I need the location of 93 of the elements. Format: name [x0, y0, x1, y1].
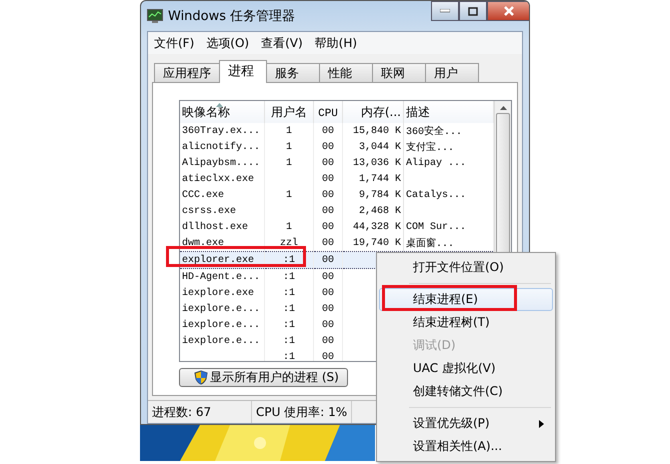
- tab[interactable]: 用户: [425, 63, 479, 82]
- table-cell: CCC.exe: [182, 190, 224, 200]
- table-cell: 00: [322, 254, 334, 266]
- menu-item[interactable]: 创建转储文件(C): [379, 380, 553, 404]
- table-cell: dwm.exe: [182, 238, 224, 248]
- menu-item[interactable]: 设置相关性(A)...: [379, 435, 553, 458]
- table-cell: iexplore.exe: [182, 288, 254, 298]
- table-cell: Alipay ...: [406, 158, 466, 168]
- tab[interactable]: 进程: [219, 60, 267, 83]
- close-button[interactable]: [487, 1, 529, 21]
- minimize-button[interactable]: [431, 1, 459, 21]
- tab[interactable]: 应用程序: [154, 63, 220, 82]
- table-cell: 00: [322, 142, 334, 152]
- minimize-icon: [440, 9, 450, 13]
- table-cell: explorer.exe: [182, 254, 254, 266]
- table-cell: :1: [282, 352, 295, 361]
- process-row[interactable]: alicnotify... 1 00 3,044 K 支付宝...: [180, 139, 494, 155]
- table-cell: 00: [322, 352, 334, 361]
- table-cell: 3,044 K: [358, 142, 401, 152]
- table-cell: atieclxx.exe: [182, 174, 254, 184]
- menu-item[interactable]: 查看(V): [261, 35, 303, 51]
- tab[interactable]: 联网: [372, 63, 426, 82]
- scroll-up-icon: [500, 106, 506, 110]
- table-cell: :1: [282, 336, 295, 346]
- table-cell: 00: [322, 336, 334, 346]
- menu-item[interactable]: 帮助(H): [314, 35, 358, 51]
- process-row[interactable]: csrss.exe 00 2,468 K: [180, 203, 494, 219]
- table-cell: Catalys...: [406, 190, 466, 200]
- table-cell: 1: [286, 142, 292, 152]
- table-cell: 1: [286, 126, 292, 136]
- maximize-button[interactable]: [459, 1, 487, 21]
- table-cell: 00: [322, 158, 334, 168]
- table-cell: 00: [322, 288, 334, 298]
- table-cell: 9,784 K: [358, 190, 401, 200]
- table-cell: iexplore.e...: [182, 320, 260, 330]
- table-cell: 支付宝...: [406, 143, 454, 154]
- table-cell: :1: [282, 320, 295, 330]
- table-cell: csrss.exe: [182, 206, 236, 216]
- table-cell: 15,840 K: [352, 126, 401, 136]
- table-cell: HD-Agent.e...: [182, 272, 260, 282]
- menu-item[interactable]: UAC 虚拟化(V): [379, 357, 553, 380]
- table-cell: zzl: [280, 238, 298, 248]
- table-cell: 00: [322, 238, 334, 248]
- status-text: 进程数: 67: [152, 405, 212, 419]
- table-cell: dllhost.exe: [182, 222, 248, 232]
- table-cell: 00: [322, 206, 334, 216]
- table-cell: 1: [286, 158, 292, 168]
- table-cell: 00: [322, 174, 334, 184]
- table-cell: 360Tray.ex...: [182, 126, 260, 136]
- table-cell: COM Sur...: [406, 222, 466, 232]
- table-cell: 桌面窗...: [406, 239, 454, 250]
- table-cell: iexplore.e...: [182, 304, 260, 314]
- table-cell: 360安全...: [406, 127, 462, 138]
- table-cell: 00: [322, 272, 334, 282]
- table-cell: 13,036 K: [352, 158, 401, 168]
- table-cell: iexplore.e...: [182, 336, 260, 346]
- process-row[interactable]: CCC.exe 1 00 9,784 K Catalys...: [180, 187, 494, 203]
- menu-item[interactable]: 选项(O): [206, 35, 250, 51]
- table-cell: 1: [286, 222, 292, 232]
- shield-icon: [194, 370, 208, 385]
- table-cell: 2,468 K: [358, 206, 401, 216]
- process-row[interactable]: atieclxx.exe 00 1,744 K: [180, 171, 494, 187]
- monitor-icon: [147, 9, 163, 23]
- table-cell: 00: [322, 304, 334, 314]
- table-cell: 19,740 K: [352, 238, 401, 248]
- show-all-processes-button[interactable]: 显示所有用户的进程 (S): [179, 368, 348, 387]
- tab[interactable]: 性能: [319, 63, 373, 82]
- table-cell: 00: [322, 222, 334, 232]
- table-cell: 44,328 K: [352, 222, 401, 232]
- close-icon: [504, 6, 514, 16]
- window-title: Windows 任务管理器: [168, 8, 296, 25]
- status-text: CPU 使用率: 1%: [256, 405, 348, 419]
- table-cell: Alipaybsm....: [182, 158, 260, 168]
- table-cell: 1,744 K: [358, 174, 401, 184]
- sort-arrow-icon: [216, 101, 223, 107]
- table-cell: :1: [282, 304, 295, 314]
- process-row[interactable]: Alipaybsm.... 1 00 13,036 K Alipay ...: [180, 155, 494, 171]
- table-cell: :1: [282, 254, 295, 266]
- process-row[interactable]: 360Tray.ex... 1 00 15,840 K 360安全...: [180, 123, 494, 139]
- process-row[interactable]: dllhost.exe 1 00 44,328 K COM Sur...: [180, 219, 494, 235]
- tab[interactable]: 服务: [266, 63, 320, 82]
- table-cell: 00: [322, 320, 334, 330]
- table-cell: 00: [322, 126, 334, 136]
- menu-item[interactable]: 结束进程树(T): [379, 310, 553, 334]
- maximize-icon: [468, 6, 478, 16]
- column-header[interactable]: 描述: [406, 104, 430, 118]
- menu-item[interactable]: 文件(F): [154, 35, 194, 51]
- table-cell: :1: [282, 272, 295, 282]
- table-cell: 1: [286, 190, 292, 200]
- table-cell: :1: [282, 288, 295, 298]
- table-cell: 00: [322, 190, 334, 200]
- menu-item[interactable]: 设置优先级(P): [379, 412, 553, 436]
- table-cell: alicnotify...: [182, 142, 260, 152]
